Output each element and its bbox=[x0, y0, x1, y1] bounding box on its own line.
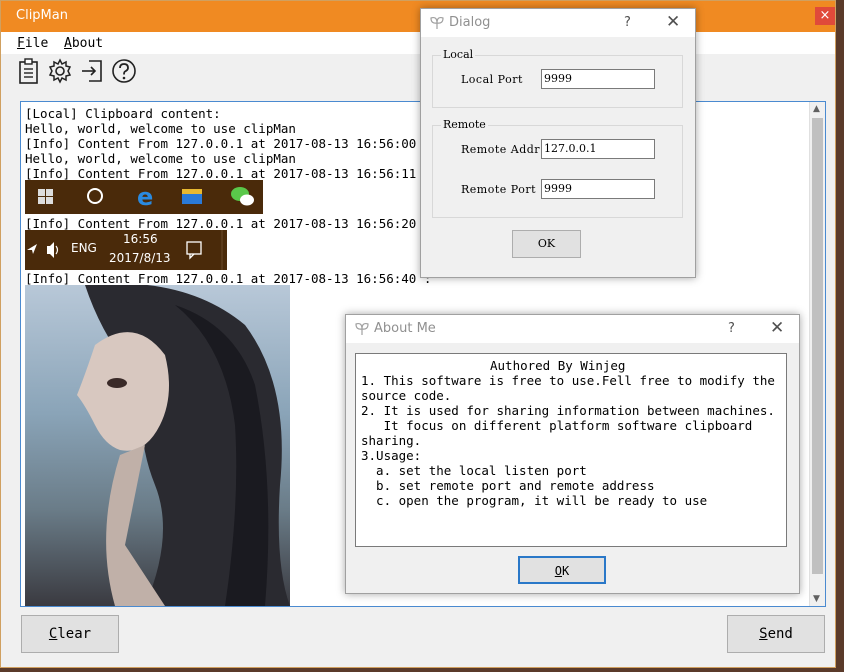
remote-addr-label: Remote Addr bbox=[461, 143, 541, 156]
about-line: It focus on different platform software … bbox=[361, 418, 753, 433]
menu-file[interactable]: File bbox=[17, 36, 48, 51]
exit-icon[interactable] bbox=[79, 57, 107, 85]
remote-addr-input[interactable]: 127.0.0.1 bbox=[541, 139, 655, 159]
taskbar-language: ENG bbox=[71, 241, 97, 255]
volume-icon bbox=[47, 242, 59, 258]
portrait-image bbox=[25, 285, 290, 606]
close-icon[interactable]: ✕ bbox=[770, 318, 784, 338]
dialog-title-bar[interactable]: Dialog ? ✕ bbox=[421, 9, 695, 37]
taskbar-date: 2017/8/13 bbox=[109, 251, 171, 265]
about-line: source code. bbox=[361, 388, 452, 403]
app-icon bbox=[430, 16, 444, 29]
menu-bar: File About bbox=[1, 32, 835, 54]
dialog-title: Dialog bbox=[449, 15, 491, 30]
toolbar bbox=[1, 55, 835, 89]
settings-dialog: Dialog ? ✕ Local Local Port 9999 Remote … bbox=[420, 8, 696, 278]
windows-logo-icon bbox=[38, 189, 53, 204]
notification-icon bbox=[186, 241, 202, 260]
remote-port-label: Remote Port bbox=[461, 183, 537, 196]
app-icon bbox=[355, 322, 369, 335]
log-line: [Local] Clipboard content: bbox=[25, 106, 221, 121]
local-port-label: Local Port bbox=[461, 73, 523, 86]
send-button[interactable]: Send bbox=[727, 615, 825, 653]
about-heading: Authored By Winjeg bbox=[490, 358, 626, 373]
scroll-thumb[interactable] bbox=[812, 118, 823, 574]
about-line: 3.Usage: bbox=[361, 448, 422, 463]
ok-button[interactable]: OK bbox=[512, 230, 581, 258]
local-port-input[interactable]: 9999 bbox=[541, 69, 655, 89]
wechat-icon bbox=[231, 187, 254, 206]
about-line: b. set remote port and remote address bbox=[361, 478, 655, 493]
log-line: Hello, world, welcome to use clipMan bbox=[25, 121, 296, 136]
about-title: About Me bbox=[374, 321, 436, 336]
about-dialog: About Me ? ✕ Authored By Winjeg 1. This … bbox=[345, 314, 800, 594]
log-line: [Info] Content From 127.0.0.1 at 2017-08… bbox=[25, 166, 432, 181]
clear-button[interactable]: Clear bbox=[21, 615, 119, 653]
window-title: ClipMan bbox=[16, 8, 68, 23]
taskbar-time: 16:56 bbox=[123, 232, 158, 246]
help-button[interactable]: ? bbox=[624, 15, 631, 30]
taskbar-clock-image: ENG 16:56 2017/8/13 bbox=[25, 230, 227, 270]
local-group-label: Local bbox=[441, 48, 476, 61]
edge-browser-icon: e bbox=[137, 183, 153, 211]
log-line: [Info] Content From 127.0.0.1 at 2017-08… bbox=[25, 136, 432, 151]
remote-group-label: Remote bbox=[441, 118, 488, 131]
vertical-scrollbar[interactable]: ▲ ▼ bbox=[809, 102, 825, 606]
location-icon bbox=[27, 244, 37, 254]
about-line: 2. It is used for sharing information be… bbox=[361, 403, 775, 418]
scroll-down-icon[interactable]: ▼ bbox=[813, 594, 820, 604]
cortana-icon bbox=[87, 188, 103, 204]
folder-icon bbox=[182, 189, 202, 204]
menu-about[interactable]: About bbox=[64, 36, 103, 51]
help-button[interactable]: ? bbox=[728, 321, 735, 336]
about-line: c. open the program, it will be ready to… bbox=[361, 493, 708, 508]
help-icon[interactable] bbox=[110, 57, 138, 85]
remote-port-input[interactable]: 9999 bbox=[541, 179, 655, 199]
log-line: [Info] Content From 127.0.0.1 at 2017-08… bbox=[25, 271, 432, 286]
log-line: [Info] Content From 127.0.0.1 at 2017-08… bbox=[25, 216, 432, 231]
log-line: Hello, world, welcome to use clipMan bbox=[25, 151, 296, 166]
scroll-up-icon[interactable]: ▲ bbox=[813, 104, 820, 114]
about-line: 1. This software is free to use.Fell fre… bbox=[361, 373, 775, 388]
about-text-box[interactable]: Authored By Winjeg 1. This software is f… bbox=[355, 353, 787, 547]
about-line: sharing. bbox=[361, 433, 422, 448]
about-ok-button[interactable]: OK bbox=[518, 556, 606, 584]
clipboard-icon[interactable] bbox=[15, 57, 43, 85]
about-title-bar[interactable]: About Me ? ✕ bbox=[346, 315, 799, 343]
about-line: a. set the local listen port bbox=[361, 463, 587, 478]
taskbar-screenshot-image: e bbox=[25, 180, 263, 214]
title-bar[interactable]: ClipMan × bbox=[1, 1, 835, 32]
close-icon[interactable]: ✕ bbox=[666, 12, 680, 32]
close-button[interactable]: × bbox=[815, 7, 835, 25]
gear-icon[interactable] bbox=[46, 57, 74, 85]
